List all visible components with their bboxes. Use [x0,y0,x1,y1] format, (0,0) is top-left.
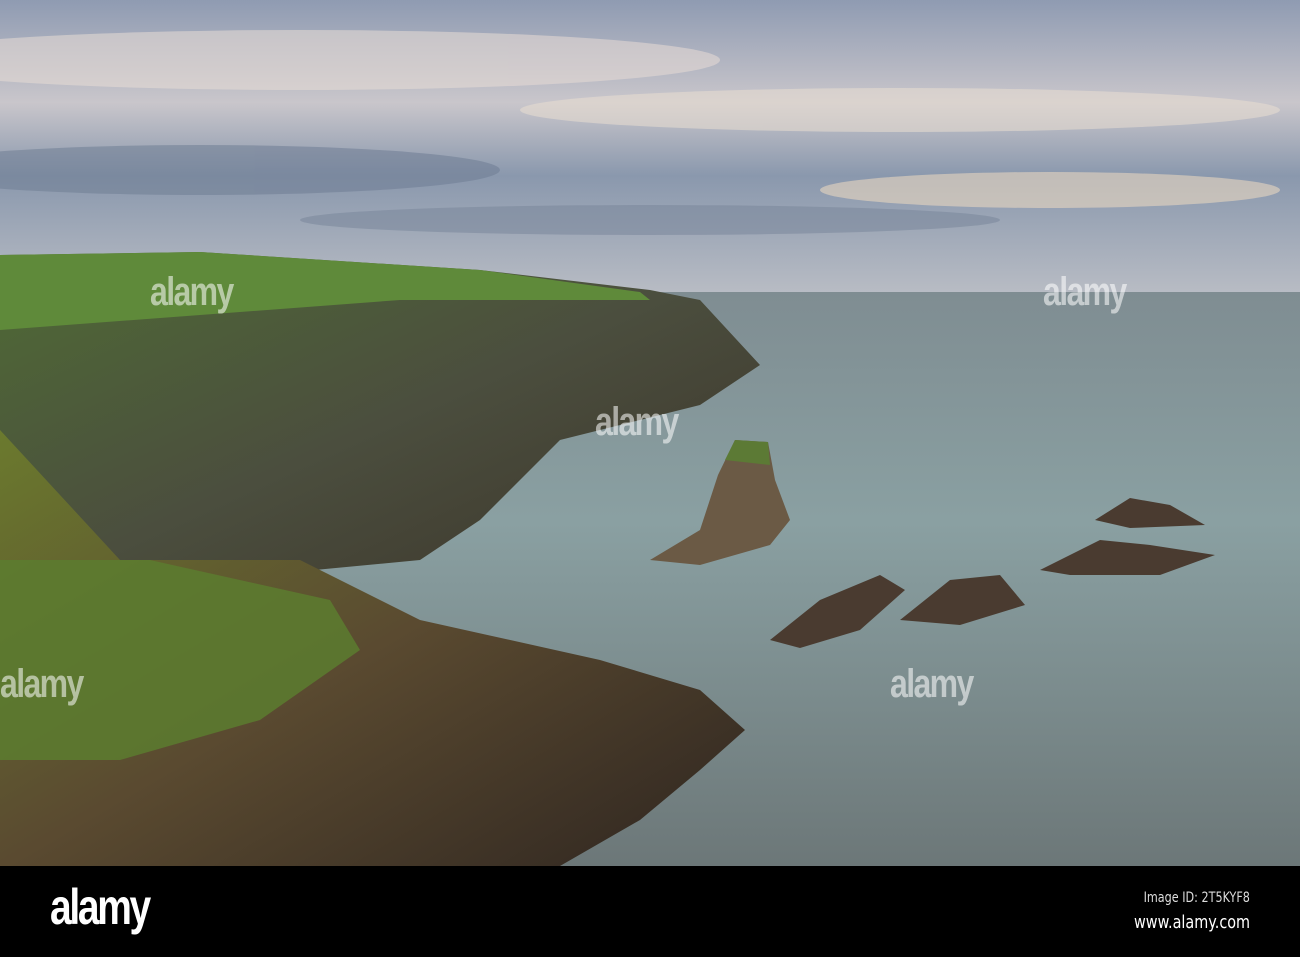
watermark: alamy [595,400,679,444]
website-link: www.alamy.com [1133,912,1250,933]
watermark: alamy [1043,270,1127,314]
watermark: alamy [150,270,234,314]
alamy-logo: alamy [50,879,151,935]
image-id: Image ID: 2T5KYF8 [1143,890,1250,906]
footer-bar: alamy Image ID: 2T5KYF8 www.alamy.com [0,866,1300,957]
watermark: alamy [890,662,974,706]
watermark: alamy [0,662,84,706]
